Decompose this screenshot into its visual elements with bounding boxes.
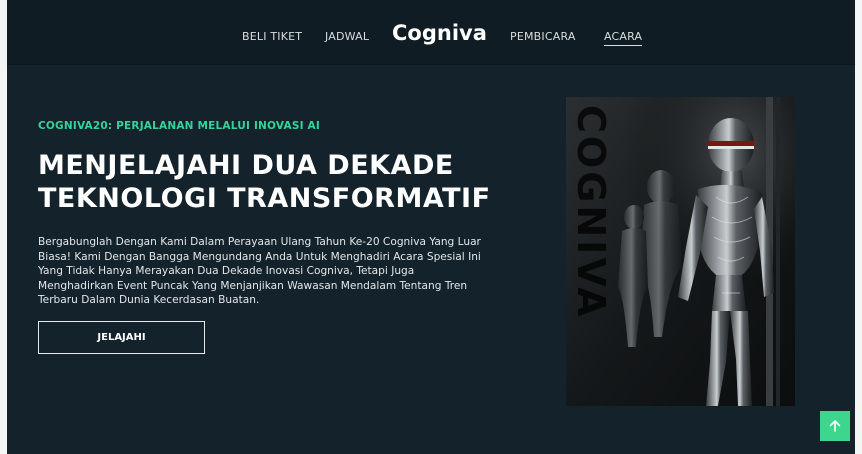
brand-logo[interactable]: Cogniva xyxy=(392,21,487,45)
hero-title: MENJELAJAHI DUA DEKADE TEKNOLOGI TRANSFO… xyxy=(38,149,498,215)
robot-image: COGNIVA xyxy=(566,97,795,406)
hero-image: COGNIVA xyxy=(566,97,795,406)
nav-jadwal[interactable]: JADWAL xyxy=(325,30,369,43)
hero-title-line-2: TEKNOLOGI TRANSFORMATIF xyxy=(38,183,491,214)
hero-eyebrow: COGNIVA20: PERJALANAN MELALUI INOVASI AI xyxy=(38,120,320,132)
nav-acara[interactable]: ACARA xyxy=(604,30,643,46)
scroll-to-top-button[interactable] xyxy=(820,411,850,441)
image-watermark: COGNIVA xyxy=(569,105,613,320)
hero-description: Bergabunglah Dengan Kami Dalam Perayaan … xyxy=(38,236,481,306)
page-frame: BELI TIKET JADWAL Cogniva PEMBICARA ACAR… xyxy=(7,0,855,454)
arrow-up-icon xyxy=(829,420,841,432)
explore-button[interactable]: JELAJAHI xyxy=(38,321,205,354)
nav-beli-tiket[interactable]: BELI TIKET xyxy=(242,30,302,43)
hero-title-line-1: MENJELAJAHI DUA DEKADE xyxy=(38,150,454,181)
nav-pembicara[interactable]: PEMBICARA xyxy=(510,30,576,43)
top-navigation: BELI TIKET JADWAL Cogniva PEMBICARA ACAR… xyxy=(7,0,855,65)
